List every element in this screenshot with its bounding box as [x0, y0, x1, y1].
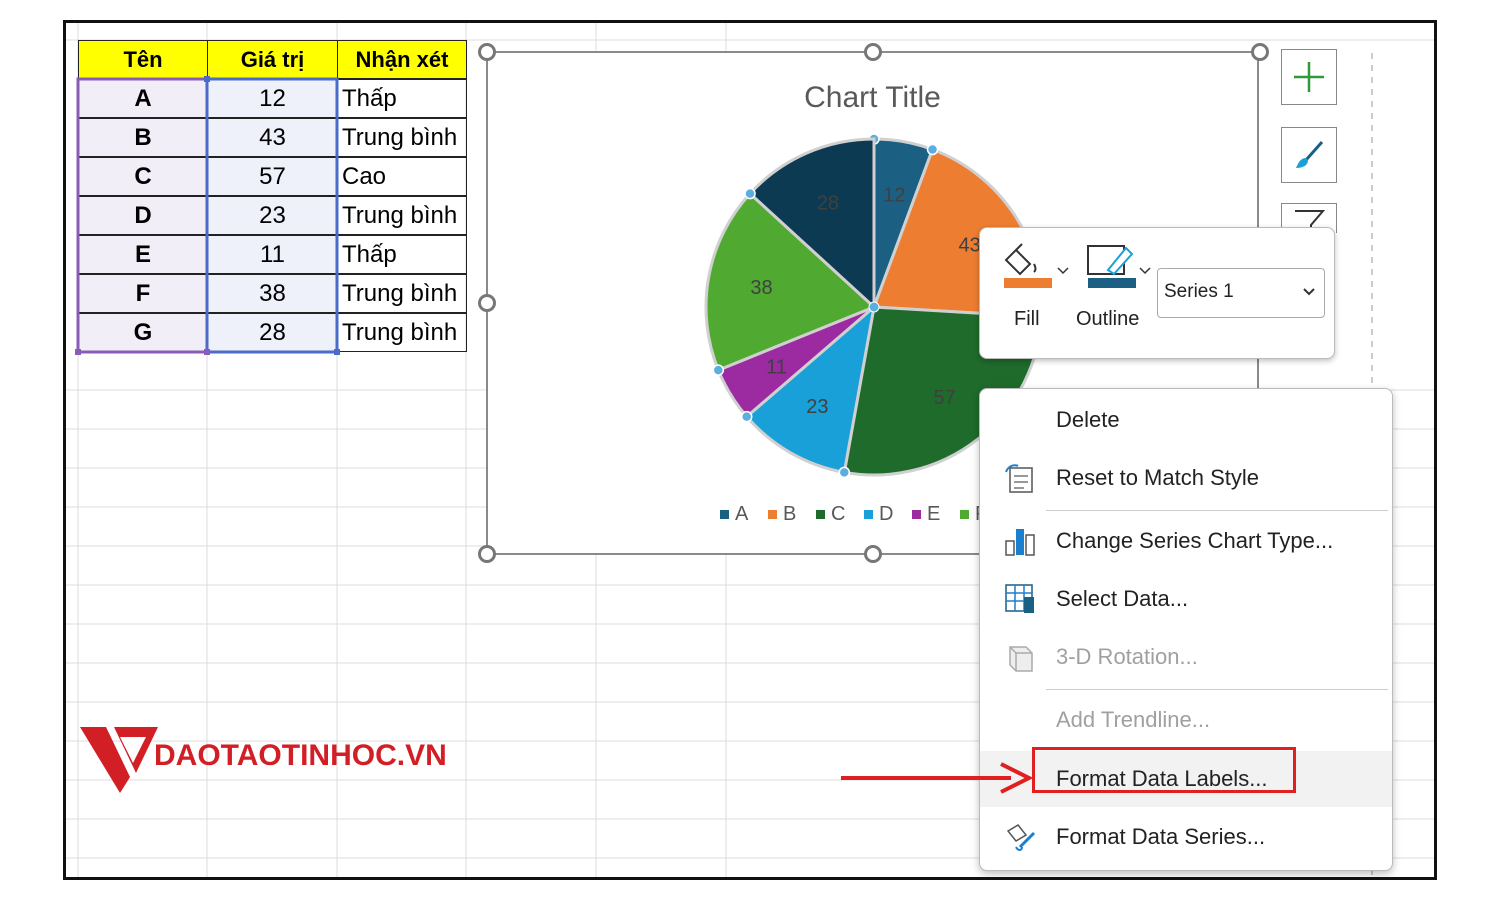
resize-handle[interactable]	[864, 43, 882, 61]
menu-item-delete[interactable]: Delete	[980, 392, 1392, 448]
red-arrow-annotation	[841, 762, 1034, 794]
pencil-outline-icon	[1087, 245, 1151, 288]
plus-icon	[1294, 62, 1324, 92]
menu-separator	[1046, 689, 1388, 690]
mini-toolbar: Fill Outline Series 1	[979, 227, 1335, 359]
watermark-text: DAOTAOTINHOC.VN	[154, 739, 447, 772]
menu-item-format-data-labels[interactable]: Format Data Labels...	[980, 747, 1392, 807]
menu-item-format-data-series[interactable]: Format Data Series...	[980, 809, 1392, 865]
data-label[interactable]: 23	[806, 396, 828, 418]
legend-marker	[864, 510, 873, 519]
menu-item-select-data[interactable]: Select Data...	[980, 571, 1392, 627]
select-data-icon	[1005, 584, 1034, 613]
resize-handle[interactable]	[478, 294, 496, 312]
data-label[interactable]: 38	[750, 277, 772, 299]
menu-separator	[1046, 510, 1388, 511]
menu-item-label: Format Data Series...	[1056, 824, 1266, 849]
legend-marker	[960, 510, 969, 519]
legend-marker	[816, 510, 825, 519]
menu-item-label: Add Trendline...	[1056, 707, 1211, 732]
menu-item-label: Change Series Chart Type...	[1056, 528, 1334, 553]
outline-button[interactable]	[1086, 242, 1151, 290]
resize-handle[interactable]	[1251, 43, 1269, 61]
reset-style-icon	[1005, 464, 1033, 493]
outline-label: Outline	[1076, 308, 1140, 330]
legend-label[interactable]: B	[783, 503, 796, 525]
excel-window: Tên Giá trị Nhận xét A 12 Thấp B 43 Trun…	[63, 20, 1437, 880]
context-menu: Delete Reset to Match Style Change Serie…	[979, 388, 1393, 871]
menu-item-label: Reset to Match Style	[1056, 465, 1259, 490]
menu-item-add-trendline: Add Trendline...	[980, 692, 1392, 748]
resize-handle[interactable]	[478, 545, 496, 563]
data-label[interactable]: 12	[883, 185, 905, 207]
legend-marker	[720, 510, 729, 519]
menu-item-change-chart-type[interactable]: Change Series Chart Type...	[980, 513, 1392, 569]
chart-type-icon	[1005, 529, 1035, 556]
paint-bucket-icon	[1004, 243, 1069, 288]
slice-selection-handle[interactable]	[744, 187, 756, 200]
series-select[interactable]: Series 1	[1157, 268, 1325, 318]
slice-selection-handle[interactable]	[838, 466, 851, 479]
fill-button[interactable]	[1002, 242, 1069, 290]
legend-label[interactable]: E	[927, 503, 940, 525]
menu-item-label: 3-D Rotation...	[1056, 644, 1198, 669]
chart-styles-button[interactable]	[1281, 127, 1337, 183]
chevron-down-icon	[1303, 288, 1315, 296]
legend-label[interactable]: A	[735, 503, 749, 525]
daotaotinhoc-logo: DAOTAOTINHOC.VN	[80, 727, 447, 793]
slice-selection-handle[interactable]	[712, 364, 725, 376]
menu-item-3d-rotation: 3-D Rotation...	[980, 629, 1392, 685]
range-selection-borders	[75, 76, 340, 355]
fill-label: Fill	[1014, 308, 1040, 330]
slice-selection-handle[interactable]	[926, 143, 939, 156]
data-label[interactable]: 57	[934, 387, 956, 409]
slice-selection-handle[interactable]	[740, 410, 753, 423]
resize-handle[interactable]	[478, 43, 496, 61]
chart-elements-button[interactable]	[1281, 49, 1337, 105]
format-series-icon	[1006, 824, 1036, 851]
watermark-logo: DAOTAOTINHOC.VN	[80, 725, 520, 800]
menu-item-label: Select Data...	[1056, 586, 1189, 611]
highlight-box	[1032, 747, 1296, 793]
center-handle[interactable]	[868, 301, 880, 313]
series-select-value: Series 1	[1164, 281, 1234, 302]
data-label[interactable]: 28	[817, 192, 839, 214]
rotation-3d-icon	[1009, 646, 1033, 672]
brush-icon	[1296, 141, 1324, 168]
legend-label[interactable]: D	[879, 503, 893, 525]
menu-item-label: Delete	[1056, 407, 1120, 432]
legend-label[interactable]: C	[831, 503, 845, 525]
menu-item-reset-style[interactable]: Reset to Match Style	[980, 450, 1392, 506]
data-label[interactable]: 43	[959, 235, 981, 257]
resize-handle[interactable]	[864, 545, 882, 563]
legend-marker	[768, 510, 777, 519]
data-label[interactable]: 11	[766, 357, 787, 379]
legend-marker	[912, 510, 921, 519]
